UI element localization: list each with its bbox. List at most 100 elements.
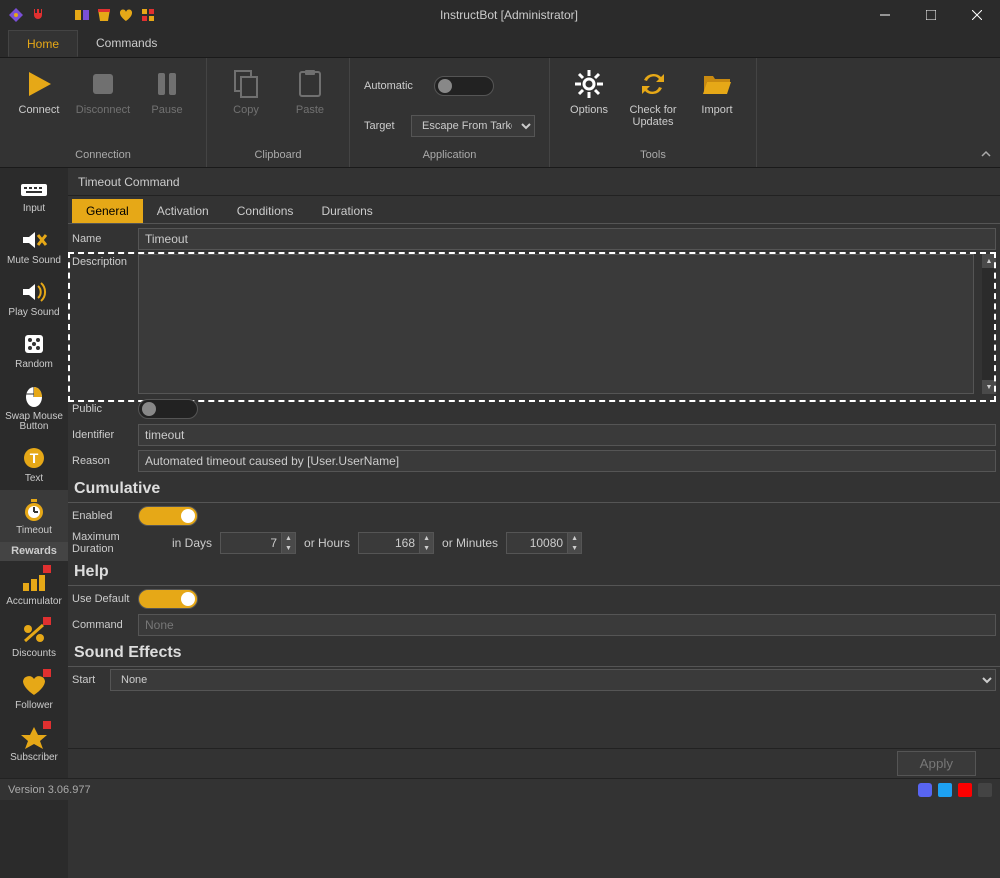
cumulative-header: Cumulative	[68, 476, 1000, 503]
desc-scroll-up[interactable]: ▲	[982, 254, 996, 268]
description-label: Description	[72, 254, 130, 394]
heart-icon	[19, 671, 49, 699]
tab-home[interactable]: Home	[8, 30, 78, 57]
qa-icon-4[interactable]	[140, 7, 156, 23]
twitter-icon[interactable]	[938, 783, 952, 797]
sidebar-item-mute[interactable]: Mute Sound	[0, 220, 68, 272]
pause-button: Pause	[138, 68, 196, 116]
target-select[interactable]: Escape From Tarkov	[411, 115, 535, 137]
hours-input[interactable]: 168▲▼	[358, 532, 434, 554]
keyboard-icon	[19, 174, 49, 202]
folder-open-icon	[701, 68, 733, 100]
plug-icon	[30, 7, 46, 23]
version-label: Version 3.06.977	[8, 784, 91, 796]
star-icon	[19, 723, 49, 751]
maxdur-label: Maximum Duration	[72, 531, 164, 555]
qa-icon-2[interactable]	[96, 7, 112, 23]
group-application-label: Application	[423, 149, 477, 163]
sidebar-item-text[interactable]: T Text	[0, 438, 68, 490]
paste-button: Paste	[281, 68, 339, 116]
maximize-button[interactable]	[908, 0, 954, 30]
sidebar-item-swap[interactable]: Swap Mouse Button	[0, 376, 68, 438]
mouse-swap-icon	[19, 382, 49, 410]
automatic-label: Automatic	[364, 80, 424, 92]
days-label: in Days	[172, 536, 212, 550]
sidebar-item-random[interactable]: Random	[0, 324, 68, 376]
sidebar-item-play[interactable]: Play Sound	[0, 272, 68, 324]
play-icon	[23, 68, 55, 100]
name-label: Name	[72, 233, 130, 245]
start-select[interactable]: None	[110, 669, 996, 691]
group-clipboard-label: Clipboard	[254, 149, 301, 163]
accumulator-icon	[19, 567, 49, 595]
qa-icon-1[interactable]	[74, 7, 90, 23]
app-icon	[8, 7, 24, 23]
usedefault-label: Use Default	[72, 593, 130, 605]
reason-input[interactable]	[138, 450, 996, 472]
group-connection-label: Connection	[75, 149, 131, 163]
subtab-conditions[interactable]: Conditions	[223, 199, 308, 223]
start-label: Start	[72, 674, 102, 686]
subtab-general[interactable]: General	[72, 199, 143, 223]
close-button[interactable]	[954, 0, 1000, 30]
import-button[interactable]: Import	[688, 68, 746, 116]
sidebar: Input Mute Sound Play Sound Random Swap …	[0, 168, 68, 878]
ribbon-collapse-button[interactable]	[980, 148, 992, 163]
tab-commands[interactable]: Commands	[78, 30, 175, 57]
options-button[interactable]: Options	[560, 68, 618, 116]
copy-button: Copy	[217, 68, 275, 116]
identifier-input[interactable]	[138, 424, 996, 446]
mute-icon	[19, 226, 49, 254]
text-icon: T	[19, 444, 49, 472]
copy-icon	[230, 68, 262, 100]
stop-icon	[87, 68, 119, 100]
minutes-input[interactable]: 10080▲▼	[506, 532, 582, 554]
breadcrumb: Timeout Command	[68, 168, 1000, 196]
automatic-toggle[interactable]	[434, 76, 494, 96]
name-input[interactable]	[138, 228, 996, 250]
sidebar-header-rewards[interactable]: Rewards	[0, 542, 68, 561]
refresh-icon	[637, 68, 669, 100]
youtube-icon[interactable]	[958, 783, 972, 797]
disconnect-button: Disconnect	[74, 68, 132, 116]
check-updates-button[interactable]: Check for Updates	[624, 68, 682, 128]
help-header: Help	[68, 559, 1000, 586]
subtab-activation[interactable]: Activation	[143, 199, 223, 223]
public-toggle[interactable]	[138, 399, 198, 419]
usedefault-toggle[interactable]	[138, 589, 198, 609]
pause-icon	[151, 68, 183, 100]
svg-text:T: T	[30, 450, 39, 466]
window-title: InstructBot [Administrator]	[156, 8, 862, 22]
hours-label: or Hours	[304, 536, 350, 550]
sound-header: Sound Effects	[68, 640, 1000, 667]
menu-tabs: Home Commands	[0, 30, 1000, 58]
enabled-label: Enabled	[72, 510, 130, 522]
subtab-durations[interactable]: Durations	[307, 199, 386, 223]
qa-icon-3[interactable]	[118, 7, 134, 23]
sidebar-item-timeout[interactable]: Timeout	[0, 490, 68, 542]
sidebar-item-discounts[interactable]: Discounts	[0, 613, 68, 665]
sidebar-item-subscriber[interactable]: Subscriber	[0, 717, 68, 769]
speaker-icon	[19, 278, 49, 306]
enabled-toggle[interactable]	[138, 506, 198, 526]
minutes-label: or Minutes	[442, 536, 498, 550]
group-tools-label: Tools	[640, 149, 666, 163]
connect-button[interactable]: Connect	[10, 68, 68, 116]
sidebar-item-accumulator[interactable]: Accumulator	[0, 561, 68, 613]
sidebar-item-input[interactable]: Input	[0, 168, 68, 220]
command-label: Command	[72, 619, 130, 631]
apply-button[interactable]: Apply	[897, 751, 976, 776]
days-input[interactable]: 7▲▼	[220, 532, 296, 554]
description-input[interactable]	[138, 254, 974, 394]
minimize-button[interactable]	[862, 0, 908, 30]
dice-icon	[19, 330, 49, 358]
subtabs: General Activation Conditions Durations	[68, 196, 1000, 224]
discount-icon	[19, 619, 49, 647]
discord-icon[interactable]	[918, 783, 932, 797]
gear-icon	[573, 68, 605, 100]
paste-icon	[294, 68, 326, 100]
sidebar-item-follower[interactable]: Follower	[0, 665, 68, 717]
misc-footer-icon[interactable]	[978, 783, 992, 797]
desc-scroll-down[interactable]: ▼	[982, 380, 996, 394]
stopwatch-icon	[19, 496, 49, 524]
